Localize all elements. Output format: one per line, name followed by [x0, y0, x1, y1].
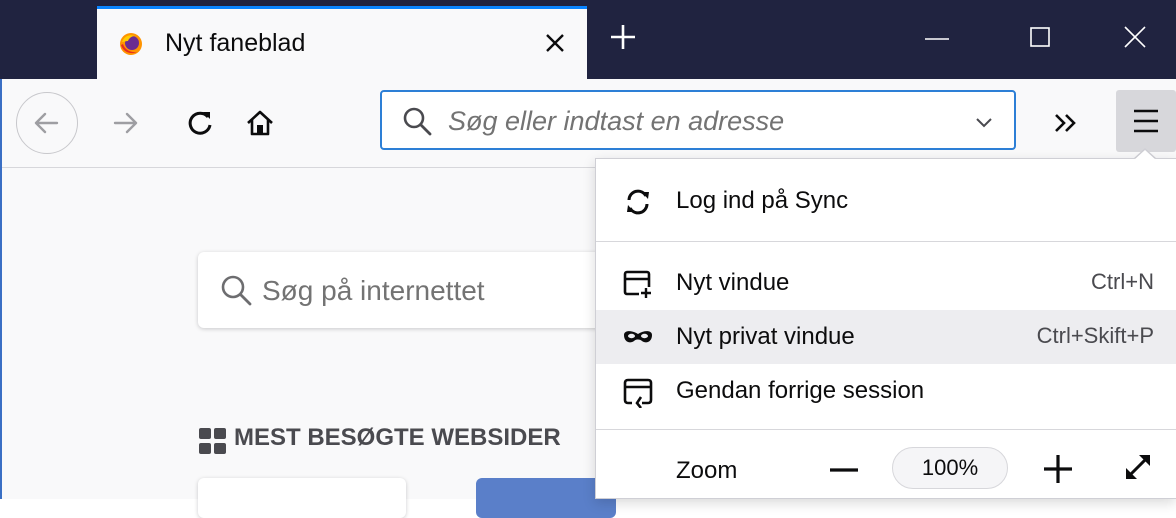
fullscreen-icon[interactable]	[1118, 447, 1158, 487]
back-arrow-icon	[34, 112, 59, 134]
new-tab-button[interactable]	[603, 17, 643, 57]
search-placeholder: Søg på internettet	[262, 275, 485, 306]
close-tab-icon[interactable]	[535, 23, 575, 63]
chevron-down-icon[interactable]	[972, 110, 996, 134]
menu-item-private-window[interactable]: Nyt privat vindue Ctrl+Skift+P	[596, 310, 1176, 364]
menu-item-label: Nyt privat vindue	[676, 323, 855, 350]
url-bar[interactable]	[380, 90, 1016, 150]
forward-button[interactable]	[106, 103, 146, 143]
restore-session-icon	[623, 378, 653, 408]
menu-separator	[596, 429, 1176, 430]
web-search-box[interactable]: Søg på internettet	[198, 252, 618, 328]
menu-item-restore-session[interactable]: Gendan forrige session	[596, 364, 1176, 418]
tab-title: Nyt faneblad	[165, 29, 306, 57]
app-menu-panel: Log ind på Sync Nyt vindue Ctrl+N Nyt pr…	[595, 158, 1176, 499]
close-window-button[interactable]	[1115, 17, 1155, 57]
menu-item-label: Log ind på Sync	[676, 187, 849, 214]
zoom-out-button[interactable]	[824, 453, 864, 487]
grid-icon	[199, 428, 226, 454]
overflow-chevron-icon[interactable]	[1046, 103, 1086, 143]
firefox-icon	[120, 33, 142, 55]
menu-item-label: Gendan forrige session	[676, 377, 925, 404]
top-site-tile[interactable]	[198, 478, 406, 518]
maximize-button[interactable]	[1020, 17, 1060, 57]
shortcut-text: Ctrl+Skift+P	[1036, 323, 1154, 348]
search-icon	[403, 107, 432, 136]
sync-icon	[627, 189, 649, 215]
zoom-in-button[interactable]	[1038, 449, 1078, 489]
zoom-reset-button[interactable]: 100%	[892, 447, 1008, 489]
top-sites-heading: MEST BESØGTE WEBSIDER	[234, 424, 561, 451]
reload-button[interactable]	[180, 103, 220, 143]
private-mask-icon	[624, 331, 652, 343]
menu-item-sync[interactable]: Log ind på Sync	[596, 174, 1176, 228]
hamburger-icon	[1134, 109, 1158, 133]
new-window-icon	[623, 270, 653, 299]
shortcut-text: Ctrl+N	[1091, 269, 1154, 294]
menu-separator	[596, 241, 1176, 242]
menu-button[interactable]	[1116, 90, 1176, 152]
url-input[interactable]	[446, 102, 930, 140]
menu-item-label: Nyt vindue	[676, 269, 790, 296]
zoom-label: Zoom	[676, 457, 738, 484]
window-border	[0, 79, 2, 499]
minimize-button[interactable]	[917, 17, 957, 57]
menu-item-new-window[interactable]: Nyt vindue Ctrl+N	[596, 256, 1176, 310]
tab-new-tab[interactable]: Nyt faneblad	[97, 6, 587, 79]
home-button[interactable]	[240, 103, 280, 143]
menu-arrow-inner	[1134, 150, 1156, 160]
search-icon	[221, 275, 252, 306]
